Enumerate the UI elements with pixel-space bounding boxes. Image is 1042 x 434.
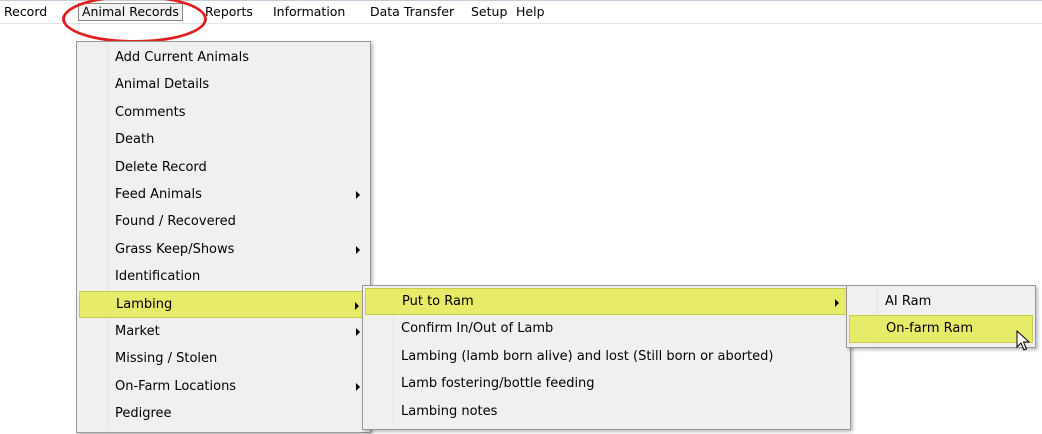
menu-item-label: Add Current Animals [115,50,250,65]
menu-item-label: Lamb fostering/bottle feeding [401,376,595,392]
submenu-arrow-icon [356,191,360,199]
menu-item-lambing-notes[interactable]: Lambing notes [365,398,848,425]
submenu-arrow-icon [356,328,360,336]
animal-records-dropdown: Add Current Animals Animal Details Comment… [76,41,371,433]
menu-item-label: Missing / Stolen [115,351,218,367]
menu-item-label: Pedigree [115,406,172,422]
menu-item-found-recovered[interactable]: Found / Recovered [79,208,368,235]
put-to-ram-submenu: AI Ram On-farm Ram [846,285,1036,348]
menu-item-label: Identification [115,269,201,285]
menu-record[interactable]: Record [4,4,47,20]
menu-item-lambing-lamb-born-alive-and-lost-still-born-or-aborted[interactable]: Lambing (lamb born alive) and lost (Stil… [365,343,848,370]
menu-item-lambing[interactable]: Lambing [79,290,368,318]
menu-item-comments[interactable]: Comments [79,99,368,126]
menu-information[interactable]: Information [273,4,345,20]
menu-item-label: Comments [115,104,186,120]
submenu-arrow-icon [356,382,360,391]
menu-item-label: AI Ram [885,294,932,309]
mouse-cursor-icon [1016,330,1031,351]
menu-animal-records[interactable]: Animal Records [78,3,183,21]
menu-item-label: Confirm In/Out of Lamb [401,321,554,337]
menu-item-label: Market [115,324,160,339]
menu-item-grass-keep-shows[interactable]: Grass Keep/Shows [79,236,368,263]
menu-item-animal-details[interactable]: Animal Details [79,71,368,98]
menu-item-ai-ram[interactable]: AI Ram [849,288,1033,315]
menu-item-pedigree[interactable]: Pedigree [79,400,368,427]
menu-item-delete-record[interactable]: Delete Record [79,154,368,181]
menu-item-label: Delete Record [115,159,207,175]
menu-data-transfer[interactable]: Data Transfer [370,4,454,20]
submenu-arrow-icon [356,245,360,254]
menu-item-identification[interactable]: Identification [79,263,368,290]
submenu-arrow-icon [835,299,839,307]
menu-item-label: Found / Recovered [115,214,236,230]
menu-item-market[interactable]: Market [79,318,368,345]
menu-item-confirm-in-out-of-lamb[interactable]: Confirm In/Out of Lamb [365,315,848,342]
menu-setup[interactable]: Setup [471,4,507,20]
menu-item-death[interactable]: Death [79,126,368,153]
menu-item-label: Death [115,132,155,148]
menu-item-add-current-animals[interactable]: Add Current Animals [79,44,368,71]
menu-help[interactable]: Help [516,4,545,20]
menu-item-lamb-fostering-bottle-feeding[interactable]: Lamb fostering/bottle feeding [365,370,848,397]
menu-item-label: Put to Ram [402,294,474,309]
menu-item-label: Lambing (lamb born alive) and lost (Stil… [401,348,774,364]
menu-bar: Record Animal Records Reports Informatio… [0,0,1042,24]
menu-item-label: Feed Animals [115,187,202,202]
menu-item-missing-stolen[interactable]: Missing / Stolen [79,345,368,372]
menu-item-feed-animals[interactable]: Feed Animals [79,181,368,208]
menu-item-put-to-ram[interactable]: Put to Ram [365,288,848,316]
menu-item-label: On-Farm Locations [115,378,237,394]
submenu-arrow-icon [355,301,359,310]
menu-item-label: Lambing notes [401,403,498,419]
lambing-submenu: Put to Ram Confirm In/Out of Lamb Lambing … [362,285,851,430]
menu-item-on-farm-locations[interactable]: On-Farm Locations [79,373,368,400]
menu-item-on-farm-ram[interactable]: On-farm Ram [849,315,1033,343]
menu-item-label: Lambing [116,296,173,312]
menu-item-label: On-farm Ram [886,321,973,337]
menu-item-label: Grass Keep/Shows [115,241,235,257]
menu-item-label: Animal Details [115,77,210,93]
menu-reports[interactable]: Reports [205,4,253,20]
